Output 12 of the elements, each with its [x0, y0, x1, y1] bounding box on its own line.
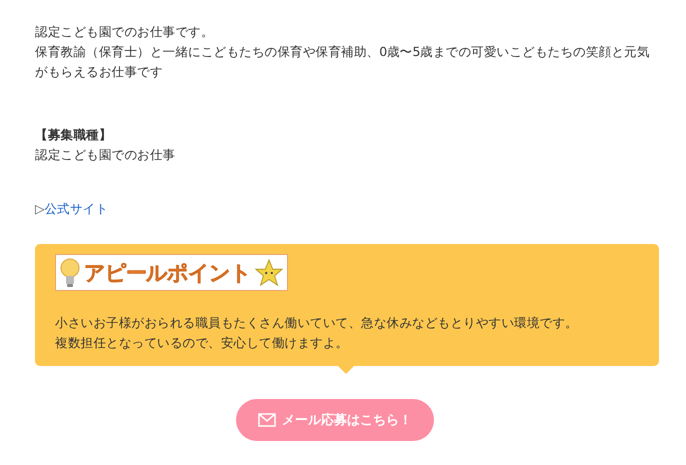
body-text: 認定こども園でのお仕事です。 [35, 23, 214, 41]
site-link[interactable]: 公式サイト [44, 199, 108, 219]
body-text: 保育教諭（保育士）と一緒にこどもたちの保育や保育補助、0歳〜5歳までの可愛いこどもたちの笑顔と元気がもらえるお仕事です [35, 43, 651, 81]
lightbulb-icon [60, 258, 80, 288]
body-text: 認定こども園でのお仕事 [35, 146, 176, 164]
triangle-marker: ▷ [35, 200, 44, 218]
mail-icon [258, 413, 276, 427]
appeal-text: 複数担任となっているので、安心して働けますよ。 [55, 334, 350, 352]
section-heading: 【募集職種】 [35, 126, 112, 144]
appeal-text: 小さいお子様がおられる職員もたくさん働いていて、急な休みなどもとりやすい環境です。 [55, 314, 579, 332]
banner-title: アピールポイント [84, 260, 251, 286]
star-icon [255, 258, 283, 286]
